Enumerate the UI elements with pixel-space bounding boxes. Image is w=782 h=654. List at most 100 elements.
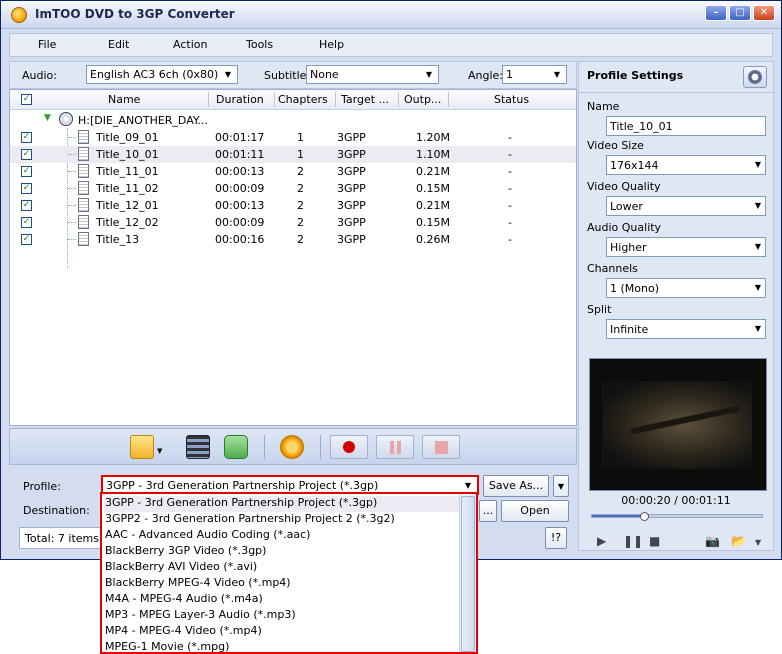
row-target[interactable]: 3GPP bbox=[337, 182, 366, 195]
row-checkbox[interactable]: ✓ bbox=[21, 217, 32, 228]
row-checkbox[interactable]: ✓ bbox=[21, 149, 32, 160]
chevron-down-icon: ▼ bbox=[754, 242, 761, 251]
row-status: - bbox=[508, 233, 512, 246]
menu-action[interactable]: Action bbox=[173, 38, 207, 51]
add-files-icon[interactable] bbox=[130, 435, 154, 459]
table-row[interactable]: ✓ Title_13 00:00:16 2 3GPP 0.26M - bbox=[10, 231, 576, 248]
row-chapters: 2 bbox=[297, 182, 304, 195]
row-chapters: 1 bbox=[297, 131, 304, 144]
row-target[interactable]: 3GPP bbox=[337, 131, 366, 144]
audio-quality-select[interactable]: Higher ▼ bbox=[606, 237, 766, 257]
audio-select[interactable]: English AC3 6ch (0x80) ▼ bbox=[86, 65, 238, 84]
chevron-down-icon[interactable]: ▼ bbox=[157, 447, 162, 455]
browse-button[interactable]: ... bbox=[479, 500, 497, 522]
minimize-button[interactable]: – bbox=[705, 5, 727, 21]
advanced-settings-button[interactable] bbox=[743, 66, 767, 88]
row-target[interactable]: 3GPP bbox=[337, 165, 366, 178]
select-all-checkbox[interactable]: ✓ bbox=[21, 94, 32, 105]
row-target[interactable]: 3GPP bbox=[337, 216, 366, 229]
dropdown-option[interactable]: BlackBerry MPEG-4 Video (*.mp4) bbox=[104, 576, 460, 592]
stop-icon[interactable]: ■ bbox=[649, 534, 660, 548]
disc-row[interactable]: ▼ H:[DIE_ANOTHER_DAY... bbox=[10, 112, 576, 129]
dropdown-option[interactable]: 3GPP2 - 3rd Generation Partnership Proje… bbox=[104, 512, 460, 528]
column-duration[interactable]: Duration bbox=[216, 93, 264, 106]
seek-knob[interactable] bbox=[640, 512, 649, 521]
row-checkbox[interactable]: ✓ bbox=[21, 166, 32, 177]
video-size-select[interactable]: 176x144 ▼ bbox=[606, 155, 766, 175]
merge-icon[interactable] bbox=[224, 435, 248, 459]
dropdown-option[interactable]: M4A - MPEG-4 Audio (*.m4a) bbox=[104, 592, 460, 608]
open-folder-icon[interactable]: 📂 bbox=[731, 534, 746, 548]
channels-select[interactable]: 1 (Mono) ▼ bbox=[606, 278, 766, 298]
stop-button[interactable] bbox=[422, 435, 460, 459]
maximize-button[interactable]: □ bbox=[729, 5, 751, 21]
table-row[interactable]: ✓ Title_12_02 00:00:09 2 3GPP 0.15M - bbox=[10, 214, 576, 231]
row-checkbox[interactable]: ✓ bbox=[21, 200, 32, 211]
table-row[interactable]: ✓ Title_11_02 00:00:09 2 3GPP 0.15M - bbox=[10, 180, 576, 197]
video-size-value: 176x144 bbox=[610, 159, 659, 172]
row-target[interactable]: 3GPP bbox=[337, 148, 366, 161]
table-row[interactable]: ✓ Title_09_01 00:01:17 1 3GPP 1.20M - bbox=[10, 129, 576, 146]
snapshot-camera-icon[interactable]: 📷 bbox=[705, 534, 720, 548]
table-row[interactable]: ✓ Title_11_01 00:00:13 2 3GPP 0.21M - bbox=[10, 163, 576, 180]
dropdown-option[interactable]: BlackBerry 3GP Video (*.3gp) bbox=[104, 544, 460, 560]
video-preview bbox=[589, 358, 767, 491]
name-value: Title_10_01 bbox=[610, 120, 673, 133]
dropdown-option[interactable]: BlackBerry AVI Video (*.avi) bbox=[104, 560, 460, 576]
split-value: Infinite bbox=[610, 323, 649, 336]
play-icon[interactable]: ▶ bbox=[597, 534, 606, 548]
row-checkbox[interactable]: ✓ bbox=[21, 183, 32, 194]
dropdown-option[interactable]: MP3 - MPEG Layer-3 Audio (*.mp3) bbox=[104, 608, 460, 624]
chevron-down-icon[interactable]: ▼ bbox=[755, 538, 761, 547]
split-select[interactable]: Infinite ▼ bbox=[606, 319, 766, 339]
document-icon bbox=[78, 215, 89, 229]
audio-label: Audio: bbox=[22, 69, 57, 82]
table-row[interactable]: ✓ Title_12_01 00:00:13 2 3GPP 0.21M - bbox=[10, 197, 576, 214]
menu-edit[interactable]: Edit bbox=[108, 38, 129, 51]
dropdown-option[interactable]: MPEG-1 Movie (*.mpg) bbox=[104, 640, 460, 652]
dropdown-option[interactable]: AAC - Advanced Audio Coding (*.aac) bbox=[104, 528, 460, 544]
row-target[interactable]: 3GPP bbox=[337, 233, 366, 246]
seek-slider[interactable] bbox=[591, 514, 763, 518]
app-window: ImTOO DVD to 3GP Converter – □ ✕ File Ed… bbox=[0, 0, 782, 560]
column-target[interactable]: Target ... bbox=[341, 93, 389, 106]
pause-button[interactable] bbox=[376, 435, 414, 459]
pause-icon[interactable]: ❚❚ bbox=[623, 534, 643, 548]
angle-select[interactable]: 1 ▼ bbox=[502, 65, 567, 84]
subtitle-select[interactable]: None ▼ bbox=[306, 65, 439, 84]
open-button[interactable]: Open bbox=[501, 500, 569, 522]
help-button[interactable]: !? bbox=[545, 527, 567, 549]
chevron-down-icon: ▼ bbox=[464, 481, 472, 490]
column-name[interactable]: Name bbox=[108, 93, 140, 106]
row-target[interactable]: 3GPP bbox=[337, 199, 366, 212]
row-duration: 00:01:11 bbox=[215, 148, 265, 161]
dropdown-option[interactable]: MP4 - MPEG-4 Video (*.mp4) bbox=[104, 624, 460, 640]
save-as-button[interactable]: Save As... bbox=[483, 475, 549, 497]
profile-menu-button[interactable]: ▼ bbox=[553, 475, 569, 497]
audio-value: English AC3 6ch (0x80) bbox=[90, 68, 219, 81]
column-status[interactable]: Status bbox=[494, 93, 529, 106]
menu-help[interactable]: Help bbox=[319, 38, 344, 51]
row-duration: 00:00:16 bbox=[215, 233, 265, 246]
row-checkbox[interactable]: ✓ bbox=[21, 234, 32, 245]
expand-arrow-icon[interactable]: ▼ bbox=[44, 113, 51, 123]
close-button[interactable]: ✕ bbox=[753, 5, 775, 21]
menu-tools[interactable]: Tools bbox=[246, 38, 273, 51]
convert-button[interactable] bbox=[330, 435, 368, 459]
dropdown-scrollbar[interactable] bbox=[459, 494, 476, 652]
settings-gear-icon[interactable] bbox=[280, 435, 304, 459]
gear-icon bbox=[748, 70, 762, 84]
name-input[interactable]: Title_10_01 bbox=[606, 116, 766, 136]
video-quality-value: Lower bbox=[610, 200, 643, 213]
row-duration: 00:00:09 bbox=[215, 182, 265, 195]
video-quality-select[interactable]: Lower ▼ bbox=[606, 196, 766, 216]
preview-frame bbox=[602, 381, 752, 469]
row-checkbox[interactable]: ✓ bbox=[21, 132, 32, 143]
angle-label: Angle: bbox=[468, 69, 504, 82]
column-output[interactable]: Outp... bbox=[404, 93, 441, 106]
menu-file[interactable]: File bbox=[38, 38, 56, 51]
dropdown-option[interactable]: 3GPP - 3rd Generation Partnership Projec… bbox=[104, 496, 460, 512]
column-chapters[interactable]: Chapters bbox=[278, 93, 328, 106]
table-row[interactable]: ✓ Title_10_01 00:01:11 1 3GPP 1.10M - bbox=[10, 146, 576, 163]
remove-clip-icon[interactable] bbox=[186, 435, 210, 459]
